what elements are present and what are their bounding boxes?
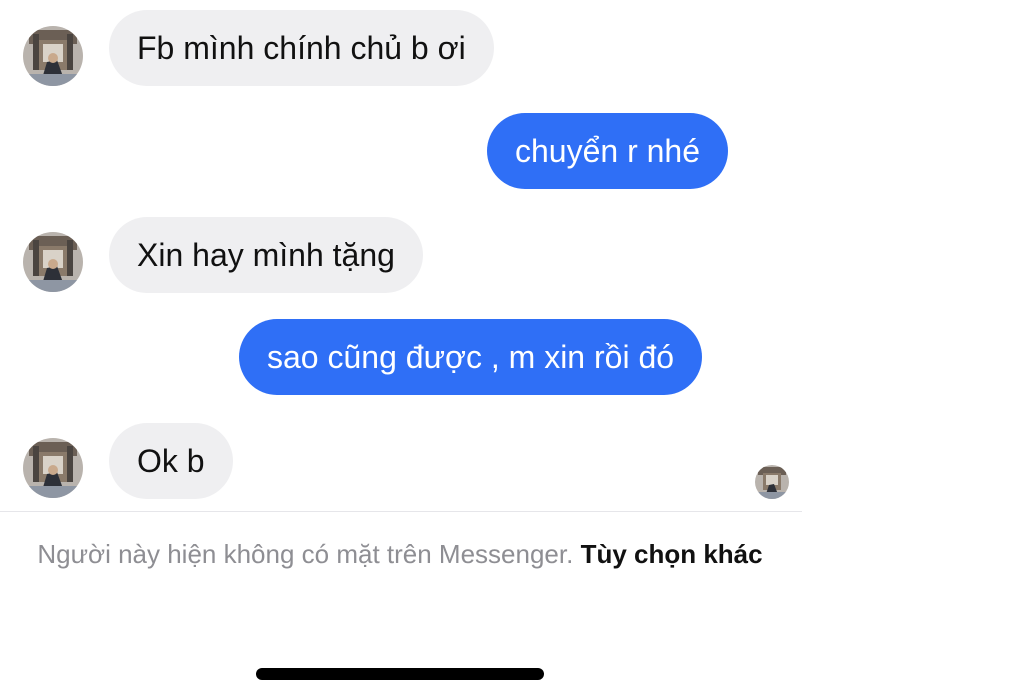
incoming-message-bubble[interactable]: Fb mình chính chủ b ơi — [109, 10, 494, 86]
incoming-message-bubble[interactable]: Xin hay mình tặng — [109, 217, 423, 293]
contact-avatar-icon[interactable] — [23, 232, 83, 292]
notice-text: Người này hiện không có mặt trên Messeng… — [37, 539, 581, 569]
composer-divider — [0, 511, 802, 512]
contact-avatar-icon[interactable] — [23, 438, 83, 498]
contact-avatar-icon[interactable] — [23, 26, 83, 86]
incoming-message-bubble[interactable]: Ok b — [109, 423, 233, 499]
unavailable-notice: Người này hiện không có mặt trên Messeng… — [30, 536, 770, 572]
messenger-conversation-screen: Fb mình chính chủ b ơi chuyển r nhé Xin … — [0, 0, 1024, 697]
read-receipt-avatar-icon — [755, 465, 789, 499]
home-indicator[interactable] — [256, 668, 544, 680]
outgoing-message-bubble[interactable]: sao cũng được , m xin rồi đó — [239, 319, 703, 395]
outgoing-message-bubble[interactable]: chuyển r nhé — [487, 113, 729, 189]
message-list[interactable]: Fb mình chính chủ b ơi chuyển r nhé Xin … — [0, 0, 804, 512]
more-options-link[interactable]: Tùy chọn khác — [581, 539, 763, 569]
